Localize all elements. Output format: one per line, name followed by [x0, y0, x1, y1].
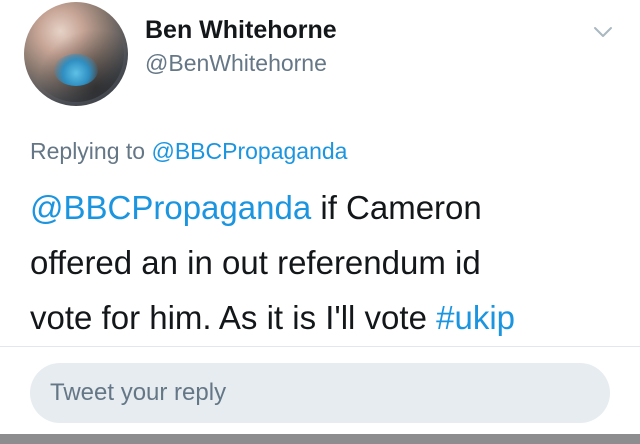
replying-to-link[interactable]: @BBCPropaganda — [151, 138, 347, 164]
reply-bar — [0, 347, 640, 434]
chevron-down-icon[interactable] — [592, 24, 614, 40]
tweet-text: @BBCPropaganda if Cameron offered an in … — [30, 180, 620, 345]
bottom-strip — [0, 434, 640, 444]
reply-input[interactable] — [30, 363, 610, 423]
tweet-line-3-text: vote for him. As it is I'll vote — [30, 299, 437, 336]
mention-link[interactable]: @BBCPropaganda — [30, 189, 311, 226]
tweet-card: Ben Whitehorne @BenWhitehorne Replying t… — [0, 0, 640, 346]
display-name[interactable]: Ben Whitehorne — [145, 16, 337, 45]
tweet-line-1-text: if Cameron — [311, 189, 482, 226]
tweet-line-1: @BBCPropaganda if Cameron — [30, 180, 620, 235]
user-handle[interactable]: @BenWhitehorne — [145, 50, 327, 77]
avatar[interactable] — [24, 2, 128, 106]
replying-to: Replying to @BBCPropaganda — [30, 138, 347, 165]
tweet-line-2: offered an in out referendum id — [30, 244, 481, 281]
replying-prefix: Replying to — [30, 138, 152, 164]
avatar-highlight — [54, 54, 98, 86]
hashtag-link[interactable]: #ukip — [436, 299, 515, 336]
tweet-line-3: vote for him. As it is I'll vote #ukip — [30, 290, 620, 345]
